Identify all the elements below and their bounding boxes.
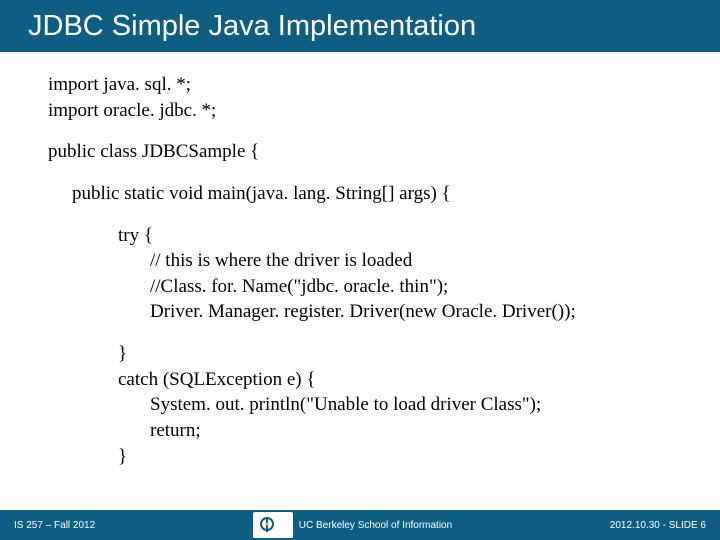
imports-block: import java. sql. *; import oracle. jdbc… xyxy=(48,72,720,123)
code-line: Driver. Manager. register. Driver(new Or… xyxy=(48,299,720,325)
main-decl: public static void main(java. lang. Stri… xyxy=(48,181,720,207)
code-line: public class JDBCSample { xyxy=(48,139,720,165)
footer-left: IS 257 – Fall 2012 xyxy=(14,520,95,531)
code-line: // this is where the driver is loaded xyxy=(48,248,720,274)
footer-right: 2012.10.30 - SLIDE 6 xyxy=(610,520,706,531)
code-line: import oracle. jdbc. *; xyxy=(48,98,720,124)
code-line: } xyxy=(48,341,720,367)
class-decl: public class JDBCSample { xyxy=(48,139,720,165)
code-line: try { xyxy=(48,223,720,249)
code-line: return; xyxy=(48,418,720,444)
code-line: import java. sql. *; xyxy=(48,72,720,98)
slide-title: JDBC Simple Java Implementation xyxy=(28,10,476,43)
title-bar: JDBC Simple Java Implementation xyxy=(0,0,720,52)
slide-body: import java. sql. *; import oracle. jdbc… xyxy=(0,52,720,469)
footer-center: UC Berkeley School of Information xyxy=(253,512,452,538)
code-line: //Class. for. Name("jdbc. oracle. thin")… xyxy=(48,274,720,300)
try-block: try { // this is where the driver is loa… xyxy=(48,223,720,326)
code-line: System. out. println("Unable to load dri… xyxy=(48,392,720,418)
footer-bar: IS 257 – Fall 2012 UC Berkeley School of… xyxy=(0,510,720,540)
code-line: public static void main(java. lang. Stri… xyxy=(72,181,720,207)
berkeley-logo-icon xyxy=(253,512,293,538)
code-line: catch (SQLException e) { xyxy=(48,367,720,393)
footer-center-text: UC Berkeley School of Information xyxy=(299,520,452,531)
catch-block: } catch (SQLException e) { System. out. … xyxy=(48,341,720,469)
code-line: } xyxy=(48,444,720,470)
